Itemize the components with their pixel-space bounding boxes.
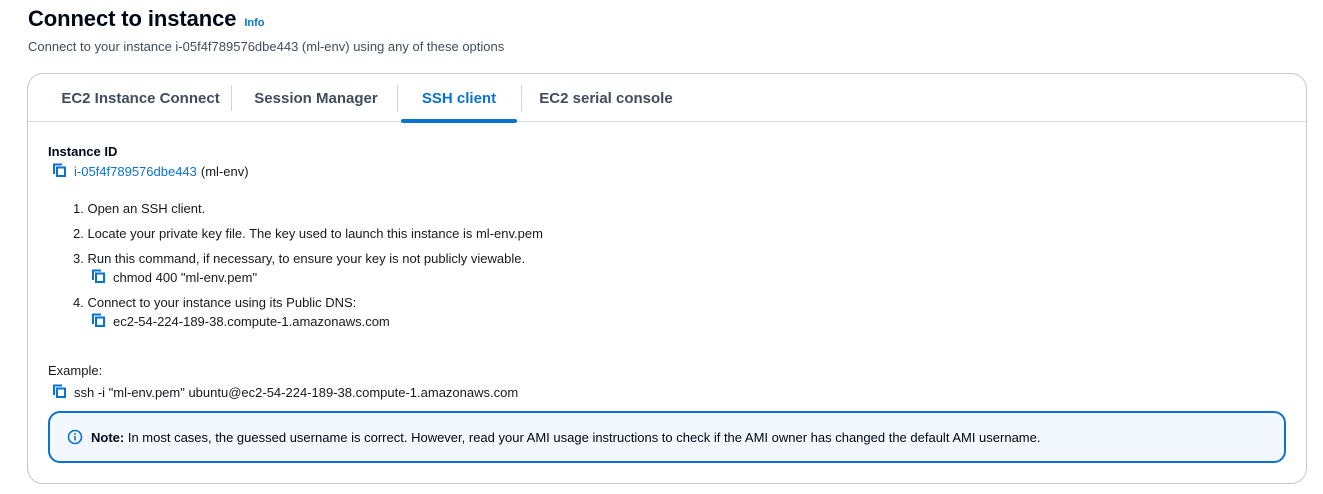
list-item: 4. Connect to your instance using its Pu… [73,295,543,329]
list-item: 1. Open an SSH client. [73,201,543,216]
tab-ec2-serial-console[interactable]: EC2 serial console [524,74,688,122]
page-description: Connect to your instance i-05f4f789576db… [28,39,505,54]
info-circle-icon [67,429,83,445]
step-text: 2. Locate your private key file. The key… [73,226,543,241]
title-row: Connect to instance Info [28,4,265,34]
example-command-row: ssh -i "ml-env.pem" ubuntu@ec2-54-224-18… [52,384,518,400]
instance-id-link[interactable]: i-05f4f789576dbe443 [74,164,197,179]
tab-ssh-client[interactable]: SSH client [401,74,517,123]
chmod-command-row: chmod 400 "ml-env.pem" [91,269,543,285]
tab-ec2-instance-connect[interactable]: EC2 Instance Connect [46,74,235,122]
copy-icon[interactable] [91,269,107,285]
tab-separator [521,85,522,111]
chmod-command: chmod 400 "ml-env.pem" [113,269,258,285]
copy-icon[interactable] [52,384,68,400]
info-link[interactable]: Info [244,17,264,29]
list-item: 3. Run this command, if necessary, to en… [73,251,543,285]
copy-icon[interactable] [52,163,68,179]
step-text: 4. Connect to your instance using its Pu… [73,295,357,310]
tab-bar: EC2 Instance Connect Session Manager SSH… [28,74,1306,123]
list-item: 2. Locate your private key file. The key… [73,226,543,241]
example-command: ssh -i "ml-env.pem" ubuntu@ec2-54-224-18… [74,384,519,400]
connect-panel: EC2 Instance Connect Session Manager SSH… [27,73,1307,484]
page-header: Connect to instance Info [28,4,265,34]
step-text: 1. Open an SSH client. [73,201,206,216]
public-dns: ec2-54-224-189-38.compute-1.amazonaws.co… [113,313,390,329]
instance-name: (ml-env) [200,163,249,179]
alert-text: Note: In most cases, the guessed usernam… [91,430,1040,445]
alert-message: In most cases, the guessed username is c… [124,429,1041,445]
page-title: Connect to instance [28,6,237,31]
info-alert: Note: In most cases, the guessed usernam… [48,411,1286,463]
public-dns-row: ec2-54-224-189-38.compute-1.amazonaws.co… [91,313,543,329]
tab-separator [397,85,398,111]
step-text: 3. Run this command, if necessary, to en… [73,251,526,266]
instance-id-label: Instance ID [48,144,118,159]
copy-icon[interactable] [91,313,107,329]
example-label: Example: [48,363,103,378]
tab-session-manager[interactable]: Session Manager [232,74,400,122]
instructions-list: 1. Open an SSH client. 2. Locate your pr… [73,201,543,329]
alert-note-label: Note: [91,429,125,445]
instance-id-row: i-05f4f789576dbe443 (ml-env) [52,163,249,179]
